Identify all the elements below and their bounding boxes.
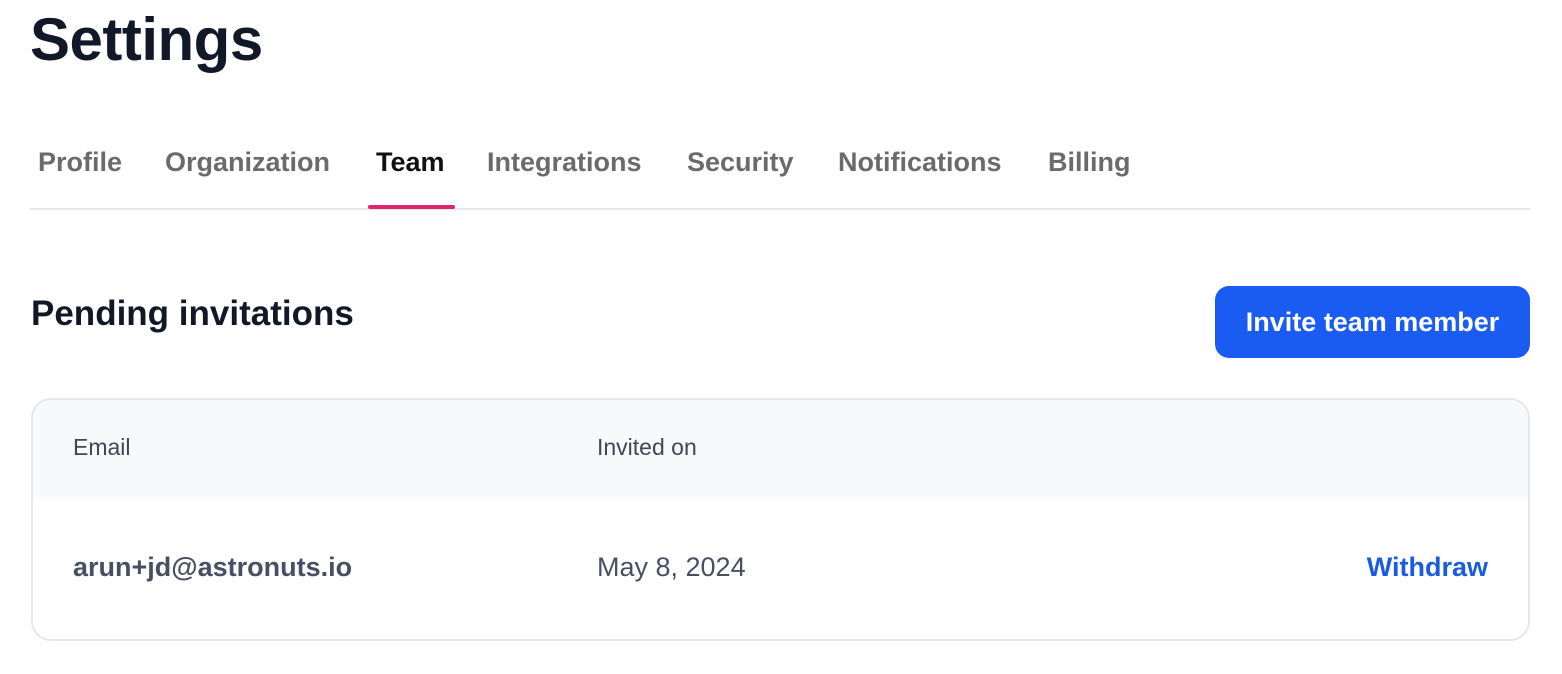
settings-page: Settings Profile Organization Team Integ… bbox=[0, 0, 1562, 674]
tab-security[interactable]: Security bbox=[687, 142, 794, 182]
invitation-email: arun+jd@astronuts.io bbox=[73, 552, 353, 582]
tab-organization[interactable]: Organization bbox=[165, 142, 330, 182]
active-tab-indicator bbox=[368, 205, 455, 209]
pending-invitations-title: Pending invitations bbox=[31, 294, 354, 333]
invite-team-member-button[interactable]: Invite team member bbox=[1215, 286, 1530, 358]
page-title: Settings bbox=[30, 6, 263, 73]
tab-notifications[interactable]: Notifications bbox=[838, 142, 1002, 182]
column-header-email: Email bbox=[73, 434, 131, 460]
table-header: Email Invited on bbox=[33, 400, 1528, 497]
pending-invitations-table: Email Invited on arun+jd@astronuts.io Ma… bbox=[31, 398, 1530, 641]
tab-profile[interactable]: Profile bbox=[38, 142, 122, 182]
invitation-date: May 8, 2024 bbox=[597, 552, 746, 582]
settings-tabs: Profile Organization Team Integrations S… bbox=[30, 118, 1530, 210]
tab-team[interactable]: Team bbox=[376, 142, 445, 182]
tab-integrations[interactable]: Integrations bbox=[487, 142, 642, 182]
column-header-invited-on: Invited on bbox=[597, 434, 697, 460]
tab-billing[interactable]: Billing bbox=[1048, 142, 1131, 182]
table-row: arun+jd@astronuts.io May 8, 2024 Withdra… bbox=[33, 497, 1528, 639]
withdraw-invitation-link[interactable]: Withdraw bbox=[1367, 549, 1488, 585]
